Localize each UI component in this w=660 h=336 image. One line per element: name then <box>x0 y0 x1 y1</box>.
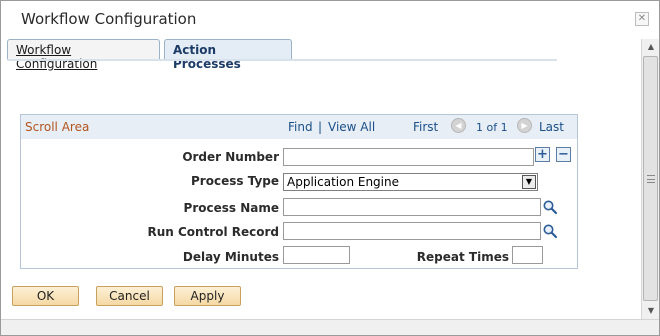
title-bar: Workflow Configuration ✕ <box>1 1 659 39</box>
view-all-link[interactable]: View All <box>328 120 375 134</box>
tab-strip: Workflow Configuration Action Processes <box>7 39 557 71</box>
delete-row-icon[interactable]: − <box>556 147 571 162</box>
last-link[interactable]: Last <box>539 120 564 134</box>
scroll-area-title: Scroll Area <box>25 120 90 134</box>
ok-button[interactable]: OK <box>12 286 79 306</box>
apply-button[interactable]: Apply <box>174 286 241 306</box>
row-count: 1 of 1 <box>476 121 508 134</box>
grip-icon <box>647 175 655 183</box>
delay-minutes-input[interactable] <box>283 246 350 264</box>
process-name-lookup-icon[interactable] <box>542 199 558 215</box>
cancel-button[interactable]: Cancel <box>96 286 163 306</box>
add-row-icon[interactable]: + <box>535 147 550 162</box>
scroll-area-group: Scroll Area Find | View All First ◀ 1 of… <box>20 114 578 269</box>
horizontal-scrollbar[interactable] <box>1 319 659 335</box>
repeat-times-label: Repeat Times <box>416 250 509 264</box>
next-row-icon[interactable]: ▶ <box>517 118 532 133</box>
process-type-label: Process Type <box>191 174 279 188</box>
process-name-input[interactable] <box>283 198 541 216</box>
run-control-record-label: Run Control Record <box>147 225 279 239</box>
nav-separator: | <box>318 120 323 134</box>
scroll-area-header: Scroll Area Find | View All First ◀ 1 of… <box>21 115 577 139</box>
delay-minutes-label: Delay Minutes <box>182 250 279 264</box>
dialog: Workflow Configuration ✕ Workflow Config… <box>0 0 660 336</box>
order-number-input[interactable] <box>283 148 534 166</box>
scrollbar-thumb[interactable] <box>643 56 658 301</box>
order-number-label: Order Number <box>182 150 279 164</box>
chevron-down-icon[interactable]: ▼ <box>522 175 536 189</box>
previous-row-icon[interactable]: ◀ <box>451 118 466 133</box>
repeat-times-input[interactable] <box>512 246 543 264</box>
scroll-up-icon[interactable]: ▲ <box>643 39 659 55</box>
run-control-record-input[interactable] <box>283 222 541 240</box>
process-type-select[interactable]: Application Engine ▼ <box>283 173 538 191</box>
find-link[interactable]: Find <box>288 120 313 134</box>
scroll-down-icon[interactable]: ▼ <box>643 303 659 319</box>
tab-action-processes[interactable]: Action Processes <box>164 39 292 71</box>
first-link[interactable]: First <box>413 120 438 134</box>
dialog-title: Workflow Configuration <box>21 10 197 28</box>
tab-workflow-configuration[interactable]: Workflow Configuration <box>7 39 160 71</box>
close-icon[interactable]: ✕ <box>635 12 649 26</box>
process-name-label: Process Name <box>183 201 279 215</box>
vertical-scrollbar[interactable]: ▲ ▼ <box>641 39 659 319</box>
tab-underline <box>7 59 557 61</box>
process-type-value: Application Engine <box>287 175 399 189</box>
run-control-lookup-icon[interactable] <box>542 223 558 239</box>
